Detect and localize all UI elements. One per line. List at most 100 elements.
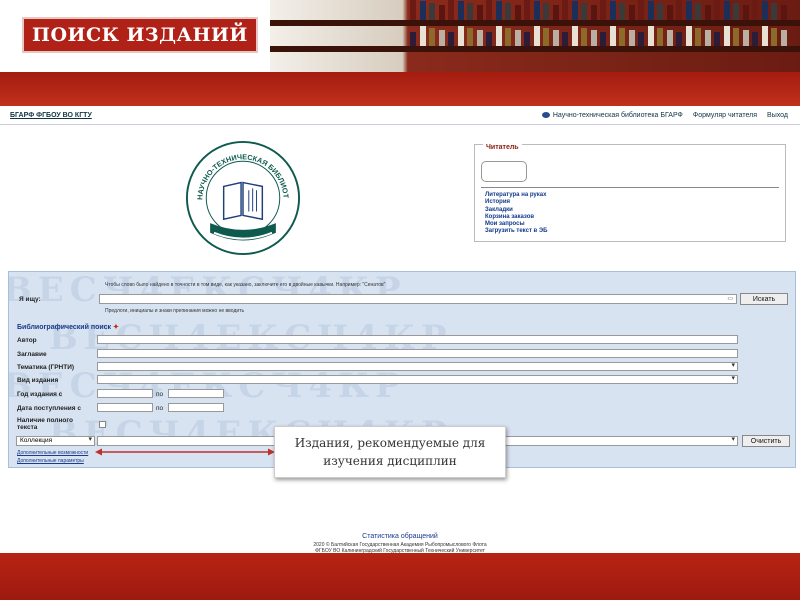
fulltext-checkbox[interactable] [99,421,106,428]
book-spine [666,30,673,46]
nav-library[interactable]: Научно-техническая библиотека БГАРФ [541,112,683,119]
book-spine [552,30,559,46]
red-band-bottom [0,553,800,600]
book-spine [486,0,492,20]
book-spine [543,3,549,20]
reader-link-queries[interactable]: Мои запросы [485,221,547,228]
book-spine [581,28,587,46]
book-spine [761,26,768,46]
book-spine [505,3,511,20]
search-button[interactable]: Искать [740,293,788,305]
brand-link[interactable]: БГАРФ ФГБОУ ВО КГТУ [10,112,92,119]
library-icon [541,112,550,119]
book-spine [600,0,606,20]
library-logo: НАУЧНО-ТЕХНИЧЕСКАЯ БИБЛИОТЕКА БГАРФ [185,140,301,256]
book-spine [533,26,540,46]
author-input[interactable] [97,335,738,344]
slide-title-text: ПОИСК ИЗДАНИЙ [32,24,248,46]
callout-text: Издания, рекомендуемые для изучения дисц… [294,436,486,468]
reader-links: Литература на руках История Закладки Кор… [485,192,547,236]
book-spine [619,3,625,20]
book-spine [457,1,464,20]
reader-link-history[interactable]: История [485,199,547,206]
reader-link-cart[interactable]: Корзина заказов [485,214,547,221]
book-spine [600,32,606,46]
slide-title: ПОИСК ИЗДАНИЙ [22,17,258,53]
book-spine [657,28,663,46]
book-spine [685,26,692,46]
book-spine [733,28,739,46]
book-spine [410,32,416,46]
reader-legend: Читатель [483,144,522,151]
book-spine [723,26,730,46]
nav-links: Научно-техническая библиотека БГАРФ Форм… [541,112,788,119]
book-spine [714,0,720,20]
book-spine [514,5,521,20]
arrival-from-input[interactable] [97,403,153,412]
book-spine [647,26,654,46]
book-spine [495,1,502,20]
book-spine [609,26,616,46]
book-spine [780,30,787,46]
book-spine [619,28,625,46]
clear-button[interactable]: Очистить [742,435,790,447]
edition-type-label: Вид издания [17,377,59,384]
book-spine [780,5,787,20]
book-spine [552,5,559,20]
book-spine [676,32,682,46]
arrival-to-input[interactable] [168,403,224,412]
topic-label: Тематика (ГРНТИ) [17,364,75,371]
library-screen: БГАРФ ФГБОУ ВО КГТУ Научно-техническая б… [0,106,800,554]
book-spine [742,5,749,20]
book-spine [514,30,521,46]
book-spine [685,1,692,20]
stats-link[interactable]: Статистика обращений [0,533,800,540]
book-spine [533,1,540,20]
bib-heading: Библиографический поиск ✦ [17,324,119,331]
book-spine [733,3,739,20]
reader-link-on-hands[interactable]: Литература на руках [485,192,547,199]
query-label: Я ищу: [19,296,41,303]
arrival-label: Дата поступления с [17,405,81,412]
book-spine [590,30,597,46]
book-spine [695,28,701,46]
book-spine [638,0,644,20]
book-spine [543,28,549,46]
year-to-input[interactable] [168,389,224,398]
edition-type-select[interactable] [97,374,738,384]
extra-options-link[interactable]: Дополнительные возможности [17,450,88,456]
reader-link-upload[interactable]: Загрузить текст в ЭБ [485,228,547,235]
book-spine [495,26,502,46]
query-input[interactable]: ▭ [99,294,737,304]
year-label: Год издания с [17,391,63,398]
double-arrow-icon [95,448,275,456]
extra-params-link[interactable]: Дополнительные параметры [17,458,84,464]
nav-reader-card[interactable]: Формуляр читателя [693,112,757,119]
book-spine [562,32,568,46]
book-spine [742,30,749,46]
star-icon: ✦ [113,324,119,331]
collection-select[interactable]: Коллекция [16,435,95,446]
author-label: Автор [17,337,37,344]
reader-card-input[interactable] [481,161,527,182]
year-from-input[interactable] [97,389,153,398]
title-input[interactable] [97,349,738,358]
book-spine [609,1,616,20]
book-spine [562,0,568,20]
book-spine [752,0,758,20]
book-spine [647,1,654,20]
book-spine [429,3,435,20]
topic-select[interactable] [97,361,738,371]
book-spine [704,5,711,20]
slide-header: ПОИСК ИЗДАНИЙ [0,0,800,72]
book-spine [524,0,530,20]
book-spine [657,3,663,20]
query-dots-icon[interactable]: ▭ [727,295,733,302]
book-spine [476,30,483,46]
reader-link-bookmarks[interactable]: Закладки [485,207,547,214]
book-spine [429,28,435,46]
book-spine [695,3,701,20]
book-spine [419,26,426,46]
bookshelf-image [270,0,800,72]
nav-logout[interactable]: Выход [767,112,788,119]
